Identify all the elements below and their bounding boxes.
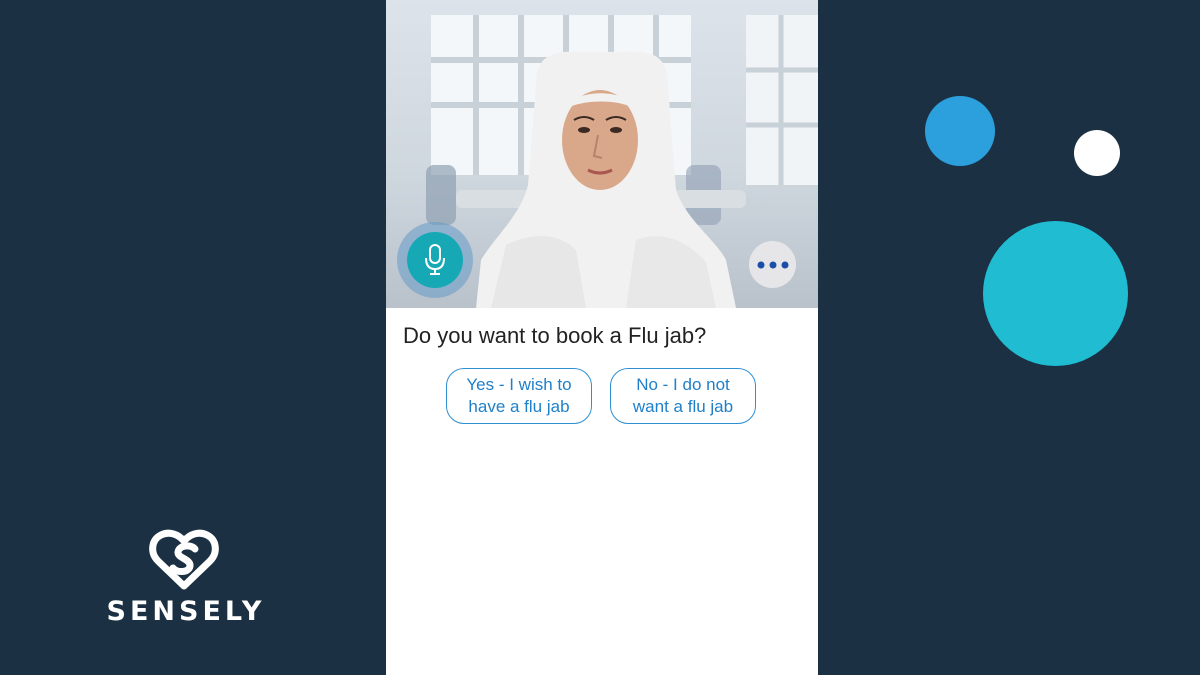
microphone-icon bbox=[425, 244, 445, 275]
decorative-circle-teal bbox=[983, 221, 1128, 366]
more-dots-icon bbox=[757, 261, 788, 268]
decorative-circle-blue bbox=[925, 96, 995, 166]
brand-name: SENSELY bbox=[106, 596, 266, 627]
sensely-logo bbox=[148, 528, 220, 592]
more-options-button[interactable] bbox=[749, 241, 796, 288]
no-flu-jab-button[interactable]: No - I do not want a flu jab bbox=[610, 368, 756, 424]
microphone-button-inner bbox=[407, 232, 463, 288]
chat-question: Do you want to book a Flu jab? bbox=[403, 323, 707, 348]
heart-logo-icon bbox=[149, 529, 219, 590]
decorative-circle-white bbox=[1074, 130, 1120, 176]
avatar-scene bbox=[386, 0, 818, 308]
yes-flu-jab-button[interactable]: Yes - I wish to have a flu jab bbox=[446, 368, 592, 424]
microphone-button[interactable] bbox=[397, 222, 473, 298]
phone-screen: Do you want to book a Flu jab? Yes - I w… bbox=[386, 0, 818, 675]
